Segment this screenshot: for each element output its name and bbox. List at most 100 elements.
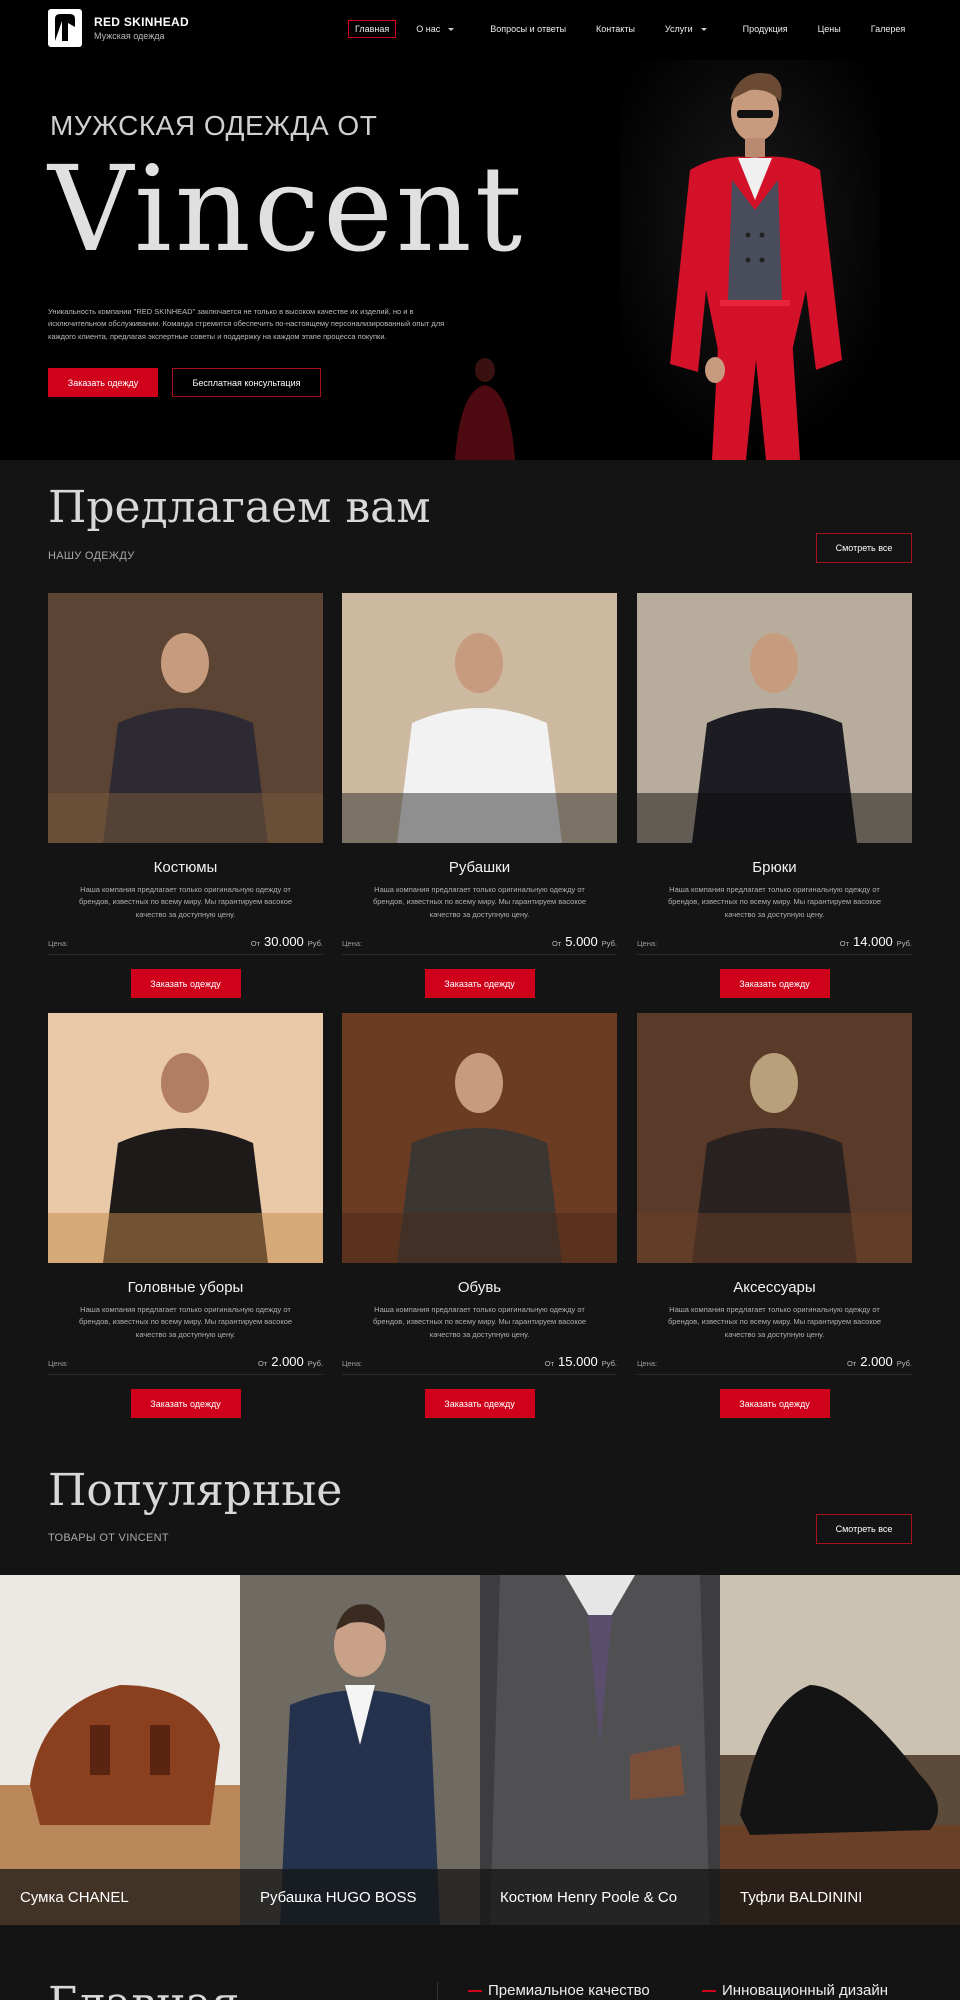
product-card: Костюмы Наша компания предлагает только о… xyxy=(48,593,323,998)
price-amount: 5.000 xyxy=(565,934,598,949)
popular-item[interactable]: Костюм Henry Poole & Co xyxy=(480,1575,720,1925)
offer-title: Предлагаем вам xyxy=(48,482,431,533)
feature-label: Инновационный дизайн xyxy=(722,1982,889,1999)
product-name: Рубашки xyxy=(448,859,511,876)
order-clothes-button[interactable]: Заказать одежду xyxy=(719,1389,830,1418)
popular-gallery: Сумка CHANEL Рубашка HUGO BOSS Костюм He… xyxy=(0,1575,960,1925)
price-currency: Руб. xyxy=(896,1359,912,1368)
price-amount: 2.000 xyxy=(860,1354,893,1369)
price-currency: Руб. xyxy=(601,1359,617,1368)
price-prefix: От xyxy=(551,939,562,948)
nav-item-contacts[interactable]: Контакты xyxy=(596,24,635,34)
price-row: Цена: От 30.000 Руб. xyxy=(48,928,323,955)
product-name: Брюки xyxy=(752,859,797,876)
order-clothes-button[interactable]: Заказать одежду xyxy=(48,368,158,397)
product-description: Наша компания предлагает только оригинал… xyxy=(372,885,587,919)
see-all-clothes-button[interactable]: Смотреть все xyxy=(816,533,912,563)
price-amount: 14.000 xyxy=(853,934,893,949)
popular-item-label: Рубашка HUGO BOSS xyxy=(260,1888,417,1906)
product-name: Аксессуары xyxy=(733,1279,816,1296)
nav-item-prices[interactable]: Цены xyxy=(818,24,841,34)
nav-item-gallery[interactable]: Галерея xyxy=(871,24,906,34)
logo-title: RED SKINHEAD xyxy=(94,15,189,29)
logo-icon xyxy=(48,9,82,47)
hero-section: RED SKINHEAD Мужская одежда Главная О на… xyxy=(0,0,960,460)
product-description: Наша компания предлагает только оригинал… xyxy=(667,1305,882,1339)
man-car-photo[interactable] xyxy=(637,593,912,843)
product-card: Аксессуары Наша компания предлагает тольк… xyxy=(637,1013,912,1418)
price-prefix: От xyxy=(544,1359,555,1368)
suit-man-photo[interactable] xyxy=(48,593,323,843)
popular-item-bar: Костюм Henry Poole & Co xyxy=(480,1869,720,1925)
popular-item-bar: Рубашка HUGO BOSS xyxy=(240,1869,480,1925)
hero-description: Уникальность компании "RED SKINHEAD" зак… xyxy=(48,307,445,341)
price-label: Цена: xyxy=(48,939,69,948)
price-prefix: От xyxy=(250,939,261,948)
product-description: Наша компания предлагает только оригинал… xyxy=(372,1305,587,1339)
order-clothes-button[interactable]: Заказать одежду xyxy=(130,1389,241,1418)
nav-item-services[interactable]: Услуги xyxy=(665,24,707,34)
price-value: От 14.000 Руб. xyxy=(840,934,912,949)
price-label: Цена: xyxy=(342,1359,363,1368)
price-amount: 15.000 xyxy=(558,1354,598,1369)
hero-title: Vincent xyxy=(48,140,526,278)
price-label: Цена: xyxy=(637,939,658,948)
popular-item[interactable]: Рубашка HUGO BOSS xyxy=(240,1575,480,1925)
nav-label: О нас xyxy=(416,24,441,34)
bottom-section-title: Главная xyxy=(48,1978,239,2000)
scooter-man-photo[interactable] xyxy=(342,593,617,843)
price-row: Цена: От 14.000 Руб. xyxy=(637,928,912,955)
nav-label: Продукция xyxy=(742,24,788,34)
see-all-popular-button[interactable]: Смотреть все xyxy=(816,1514,912,1544)
price-currency: Руб. xyxy=(896,939,912,948)
shoes-photo[interactable] xyxy=(342,1013,617,1263)
popular-item-bar: Сумка CHANEL xyxy=(0,1869,240,1925)
price-currency: Руб. xyxy=(307,939,323,948)
hero-background-figure xyxy=(455,358,515,460)
feature-label: Премиальное качество xyxy=(488,1982,650,1999)
watch-box-photo[interactable] xyxy=(637,1013,912,1263)
feature-item: Премиальное качество xyxy=(468,1982,650,1999)
nav-label: Галерея xyxy=(870,24,906,34)
feature-item: Инновационный дизайн xyxy=(702,1982,888,1999)
order-clothes-button[interactable]: Заказать одежду xyxy=(424,969,535,998)
popular-item[interactable]: Сумка CHANEL xyxy=(0,1575,240,1925)
chevron-down-icon xyxy=(448,28,455,32)
price-label: Цена: xyxy=(342,939,363,948)
product-card: Брюки Наша компания предлагает только ори… xyxy=(637,593,912,998)
product-description: Наша компания предлагает только оригинал… xyxy=(78,1305,293,1339)
site-header: RED SKINHEAD Мужская одежда Главная О на… xyxy=(0,0,960,56)
nav-item-about[interactable]: О нас xyxy=(416,24,455,34)
price-row: Цена: От 5.000 Руб. xyxy=(342,928,617,955)
popular-subtitle: ТОВАРЫ ОТ VINCENT xyxy=(48,1532,169,1544)
product-name: Костюмы xyxy=(153,859,218,876)
popular-item[interactable]: Туфли BALDININI xyxy=(720,1575,960,1925)
price-value: От 2.000 Руб. xyxy=(847,1354,912,1369)
product-card: Рубашки Наша компания предлагает только о… xyxy=(342,593,617,998)
nav-label: Контакты xyxy=(596,24,635,34)
divider xyxy=(437,1982,438,2000)
order-clothes-button[interactable]: Заказать одежду xyxy=(719,969,830,998)
feature-marker xyxy=(468,1989,482,1992)
hero-model-image xyxy=(620,60,880,460)
nav-item-products[interactable]: Продукция xyxy=(743,24,788,34)
nav-label: Вопросы и ответы xyxy=(490,24,567,34)
free-consultation-button[interactable]: Бесплатная консультация xyxy=(172,368,321,397)
product-name: Головные уборы xyxy=(127,1279,244,1296)
price-prefix: От xyxy=(839,939,850,948)
nav-label: Цены xyxy=(817,24,841,34)
price-value: От 5.000 Руб. xyxy=(552,934,617,949)
nav-item-home[interactable]: Главная xyxy=(348,20,397,38)
offer-subtitle: НАШУ ОДЕЖДУ xyxy=(48,550,135,562)
nav-label: Услуги xyxy=(664,24,693,34)
nav-item-faq[interactable]: Вопросы и ответы xyxy=(490,24,566,34)
price-prefix: От xyxy=(846,1359,857,1368)
order-clothes-button[interactable]: Заказать одежду xyxy=(424,1389,535,1418)
price-row: Цена: От 2.000 Руб. xyxy=(48,1348,323,1375)
logo[interactable]: RED SKINHEAD Мужская одежда xyxy=(48,9,189,47)
hat-man-photo[interactable] xyxy=(48,1013,323,1263)
price-row: Цена: От 15.000 Руб. xyxy=(342,1348,617,1375)
price-value: От 2.000 Руб. xyxy=(258,1354,323,1369)
product-card: Головные уборы Наша компания предлагает т… xyxy=(48,1013,323,1418)
order-clothes-button[interactable]: Заказать одежду xyxy=(130,969,241,998)
